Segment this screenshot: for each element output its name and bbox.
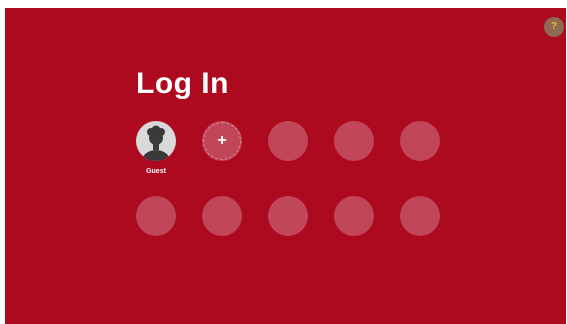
guest-profile-name: Guest — [146, 168, 166, 175]
page-title: Log In — [136, 67, 229, 100]
plus-icon: + — [217, 132, 227, 149]
guest-profile-avatar[interactable] — [136, 121, 176, 161]
empty-profile-slot[interactable] — [268, 121, 308, 161]
empty-profile-slot[interactable] — [334, 121, 374, 161]
empty-profile-slot[interactable] — [136, 196, 176, 236]
add-profile-button[interactable]: + — [202, 121, 242, 161]
empty-profile-slot[interactable] — [268, 196, 308, 236]
empty-profile-slot[interactable] — [400, 196, 440, 236]
empty-profile-slot[interactable] — [400, 121, 440, 161]
login-screen: ? Log In Guest + — [5, 8, 566, 324]
help-icon: ? — [550, 21, 558, 32]
empty-profile-slot[interactable] — [202, 196, 242, 236]
empty-profile-slot[interactable] — [334, 196, 374, 236]
person-silhouette-icon — [142, 125, 170, 161]
help-button[interactable]: ? — [544, 17, 564, 37]
